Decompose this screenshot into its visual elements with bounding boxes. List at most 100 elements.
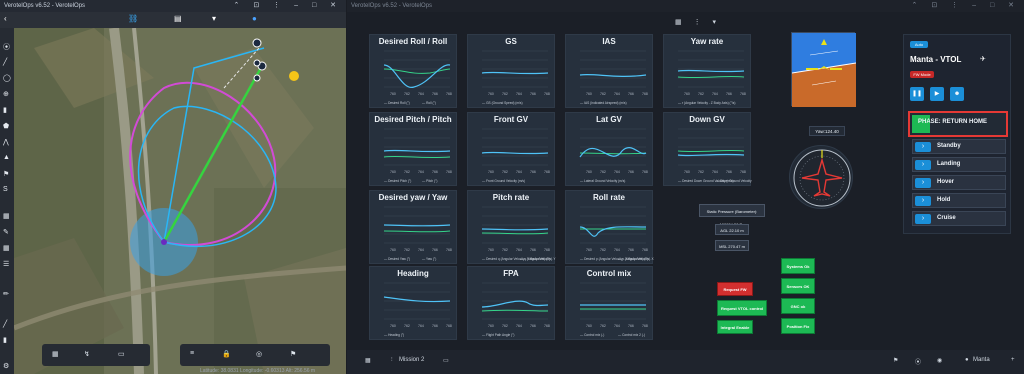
right-window-controls[interactable]: ⌃ ⊡ ⋮ – □ ✕ bbox=[912, 0, 1020, 12]
x-tick-label: 768 bbox=[740, 92, 746, 96]
satellite-map[interactable] bbox=[14, 28, 346, 374]
x-tick-label: 760 bbox=[684, 170, 690, 174]
legend-entry: — Desired Roll (°) bbox=[384, 101, 410, 105]
cruise-button[interactable]: › Cruise bbox=[912, 211, 1006, 226]
left-window-title: VerotelOps v6.52 - VerotelOps bbox=[4, 3, 86, 9]
trash-icon[interactable]: ▮ bbox=[3, 336, 7, 344]
systems-ok-button[interactable]: Systems Ok bbox=[781, 258, 815, 274]
eye-icon[interactable]: ◉ bbox=[937, 357, 942, 364]
chart-plot: 760 762 764 766 768 — r (Angular Velocity - Z… bbox=[677, 50, 746, 105]
folder-icon[interactable]: ▭ bbox=[118, 350, 125, 358]
mission-label[interactable]: Mission 2 bbox=[399, 357, 424, 363]
map-canvas[interactable] bbox=[14, 28, 346, 374]
hover-button[interactable]: › Hover bbox=[912, 175, 1006, 190]
camera-icon[interactable]: ◎ bbox=[256, 350, 262, 358]
grid-icon[interactable]: ▦ bbox=[365, 357, 371, 364]
settings-icon[interactable]: ⚙ bbox=[3, 362, 9, 370]
list-icon[interactable]: ☰ bbox=[3, 260, 9, 268]
edit-icon[interactable]: ✎ bbox=[3, 228, 9, 236]
grid-icon[interactable]: ▦ bbox=[52, 350, 59, 358]
line-icon[interactable]: ╱ bbox=[3, 58, 7, 66]
x-tick-label: 762 bbox=[404, 324, 410, 328]
legend-entry: — Control mix 2 (-) bbox=[618, 333, 645, 337]
rectangle-icon[interactable]: ▮ bbox=[3, 106, 7, 114]
globe-icon[interactable]: ⊕ bbox=[3, 90, 9, 98]
polygon-icon[interactable]: ⬟ bbox=[3, 122, 9, 130]
flag-icon[interactable]: ⚑ bbox=[893, 357, 898, 364]
x-tick-label: 768 bbox=[544, 170, 550, 174]
x-tick-label: 764 bbox=[614, 92, 620, 96]
user-icon[interactable]: ☻ bbox=[950, 87, 964, 101]
x-tick-label: 762 bbox=[404, 248, 410, 252]
chart-plot: 760 762 764 766 768 — IAS (Indicated Airspeed… bbox=[579, 50, 648, 105]
series-line-1 bbox=[579, 147, 647, 158]
menu-icon[interactable]: ▤ bbox=[174, 14, 182, 23]
waypoint-marker[interactable] bbox=[161, 239, 167, 245]
left-window-controls[interactable]: ⌃ ⊡ ⋮ – □ ✕ bbox=[234, 0, 342, 12]
x-tick-label: 764 bbox=[614, 248, 620, 252]
chevron-right-icon: › bbox=[915, 142, 931, 152]
pin-icon[interactable]: ⦿ bbox=[3, 42, 10, 52]
add-icon[interactable]: + bbox=[1011, 357, 1015, 363]
x-tick-label: 764 bbox=[614, 170, 620, 174]
waypoint-marker-top[interactable] bbox=[252, 38, 262, 48]
flag-icon[interactable]: ⚑ bbox=[290, 350, 296, 358]
waypoint-icon[interactable]: S bbox=[3, 186, 8, 193]
request-vtol-button[interactable]: Request VTOL control bbox=[717, 300, 767, 316]
triangle-icon[interactable]: ▲ bbox=[3, 154, 10, 161]
play-icon[interactable]: ▶ bbox=[930, 87, 944, 101]
pencil-icon[interactable]: ✏ bbox=[3, 290, 9, 298]
path-icon[interactable]: ⋀ bbox=[3, 138, 9, 146]
x-tick-label: 764 bbox=[418, 170, 424, 174]
x-tick-label: 766 bbox=[726, 170, 732, 174]
back-icon[interactable]: ‹ bbox=[4, 14, 7, 23]
x-tick-label: 760 bbox=[586, 92, 592, 96]
x-tick-label: 762 bbox=[600, 92, 606, 96]
x-tick-label: 760 bbox=[586, 248, 592, 252]
chevron-right-icon: › bbox=[915, 178, 931, 188]
grid-icon[interactable]: ▦ bbox=[675, 19, 682, 26]
chart-icon[interactable]: ↯ bbox=[84, 350, 90, 358]
legend-entry: — q (Angular Velocity - Y Body Axis) (°/… bbox=[520, 257, 556, 261]
legend-entry: — GS (Ground Speed) (m/s) bbox=[482, 101, 523, 105]
pin-icon[interactable]: ⦿ bbox=[915, 357, 921, 366]
lock-icon[interactable]: 🔒 bbox=[222, 350, 231, 358]
more-icon[interactable]: ⋮ bbox=[694, 19, 701, 26]
series-line-1 bbox=[383, 149, 451, 153]
folder-icon[interactable]: ▭ bbox=[443, 357, 449, 364]
flag-icon[interactable]: ⚑ bbox=[3, 170, 9, 178]
series-line-2 bbox=[579, 152, 647, 155]
circle-icon[interactable]: ◯ bbox=[3, 74, 11, 82]
request-fw-button[interactable]: Request FW bbox=[717, 282, 753, 296]
vehicle-selector[interactable]: Manta bbox=[973, 357, 990, 363]
avatar-icon[interactable]: ● bbox=[252, 14, 257, 23]
sensors-ok-button[interactable]: Sensors OK bbox=[781, 278, 815, 294]
chart-panel: IAS 760 762 764 766 768— IAS (Indicated Airsp… bbox=[565, 34, 653, 108]
home-icon[interactable] bbox=[289, 71, 299, 81]
chart-panel: Down GV 760 762 764 766 768— Desired Down Gro… bbox=[663, 112, 752, 186]
landing-button[interactable]: › Landing bbox=[912, 157, 1006, 172]
left-titlebar: VerotelOps v6.52 - VerotelOps ⌃ ⊡ ⋮ – □ … bbox=[0, 0, 346, 12]
map-bottom-toolbar-right: ≡ 🔒 ◎ ⚑ bbox=[180, 344, 330, 366]
hold-button[interactable]: › Hold bbox=[912, 193, 1006, 208]
integral-enable-button[interactable]: Integral Enable bbox=[717, 320, 753, 334]
x-tick-label: 764 bbox=[712, 92, 718, 96]
x-tick-label: 766 bbox=[530, 324, 536, 328]
x-tick-label: 764 bbox=[516, 170, 522, 174]
gnc-ok-button[interactable]: GNC ok bbox=[781, 298, 815, 314]
standby-button[interactable]: › Standby bbox=[912, 139, 1006, 154]
menu-icon[interactable]: ≡ bbox=[190, 350, 194, 357]
x-tick-label: 768 bbox=[446, 170, 452, 174]
pause-icon[interactable]: ❚❚ bbox=[910, 87, 924, 101]
x-tick-label: 764 bbox=[614, 324, 620, 328]
agl-readout: AGL 22.10 m bbox=[715, 224, 749, 235]
edit-line-icon[interactable]: ╱ bbox=[3, 320, 7, 328]
x-tick-label: 766 bbox=[530, 92, 536, 96]
position-fix-button[interactable]: Position Fix bbox=[781, 318, 815, 334]
link-icon[interactable]: ⛓ bbox=[128, 14, 138, 23]
layers-icon[interactable]: ▦ bbox=[3, 212, 10, 220]
grid-icon[interactable]: ▦ bbox=[3, 244, 10, 252]
dropdown-icon[interactable]: ▾ bbox=[212, 14, 216, 23]
chevron-down-icon[interactable]: ▾ bbox=[713, 19, 717, 26]
chart-plot: 760 762 764 766 768— Desired q (Angular Velo… bbox=[481, 206, 556, 261]
